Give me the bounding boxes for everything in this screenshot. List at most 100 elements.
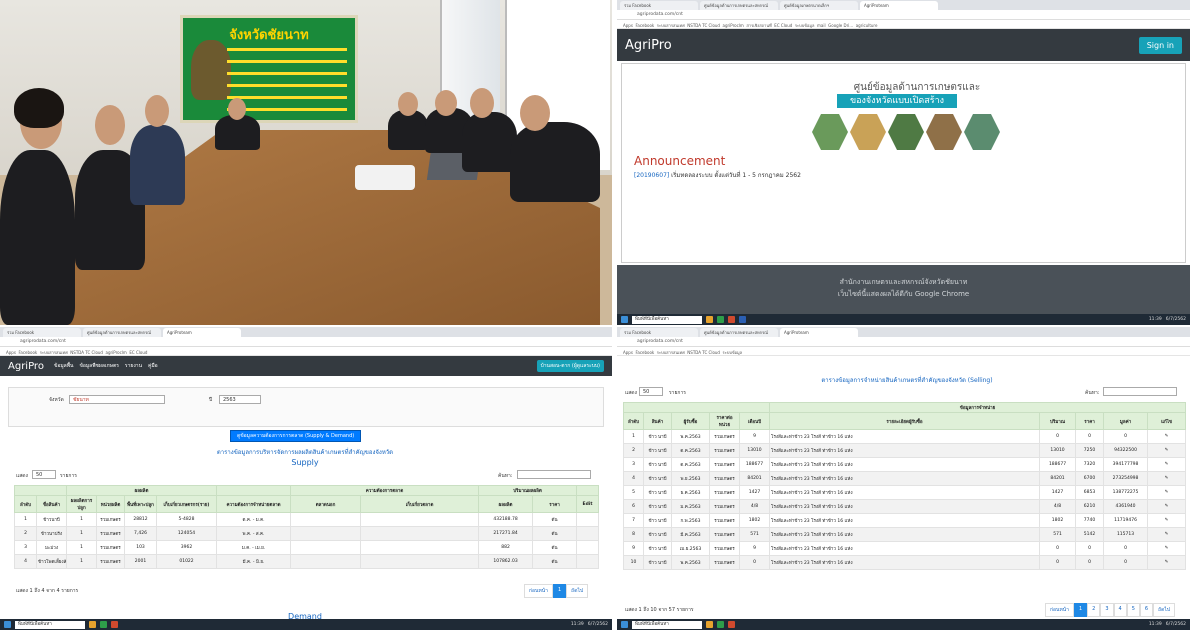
edit-pencil-icon[interactable]: ✎	[1147, 457, 1187, 472]
bookmark[interactable]: ระบบสารสนเทศ	[40, 350, 68, 355]
next-page-button[interactable]: ถัดไป	[566, 584, 589, 598]
chrome-icon[interactable]	[111, 621, 118, 628]
col-header[interactable]: พื้นที่เพาะปลูก	[124, 495, 157, 513]
page-button[interactable]: 1	[552, 584, 567, 598]
bookmark[interactable]: NSTDA TC Cloud	[70, 350, 103, 355]
bookmark[interactable]: NSTDA TC Cloud	[687, 23, 720, 28]
sign-in-button[interactable]: Sign in	[1138, 36, 1182, 54]
browser-tab[interactable]: ร่วม Facebook	[620, 328, 698, 337]
brand-logo[interactable]: AgriPro	[8, 361, 44, 372]
next-page-button[interactable]: ถัดไป	[1153, 603, 1176, 617]
bookmark[interactable]: NSTDA TC Cloud	[687, 350, 720, 355]
chrome-icon[interactable]	[728, 316, 735, 323]
bookmark[interactable]: Apps	[623, 23, 633, 28]
bookmark[interactable]: ระบบสารสนเทศ	[657, 350, 685, 355]
browser-tab[interactable]: ศูนย์ข้อมูลด้านการเกษตรและสหกรณ์	[83, 328, 161, 337]
col-header[interactable]: ลำดับ	[623, 412, 644, 430]
bookmark[interactable]: EC Cloud	[129, 350, 147, 355]
col-header[interactable]: เดือนปี	[738, 412, 771, 430]
nav-item[interactable]: ข้อมูลพืชผลเกษตร	[79, 362, 118, 370]
user-button[interactable]: บ้านสอน-ตาก (ผู้ดูแลระบบ)	[536, 360, 604, 372]
col-header[interactable]: ปริมาณ	[1039, 412, 1077, 430]
browser-tab[interactable]: ศูนย์ข้อมูลเกษตรนาดเล็กฯ	[780, 1, 858, 10]
supply-demand-button[interactable]: ดูข้อมูลความต้องการการตลาด (Supply & Dem…	[230, 430, 362, 442]
bookmark[interactable]: Facebook	[18, 350, 37, 355]
bookmark[interactable]: agriProclm	[723, 23, 744, 28]
browser-tab[interactable]: ศูนย์ข้อมูลด้านการเกษตรและสหกรณ์	[700, 1, 778, 10]
nav-item[interactable]: รายงาน	[125, 362, 142, 370]
browser-tab-active[interactable]: AgriProteam	[860, 1, 938, 10]
bookmark[interactable]: Facebook	[635, 350, 654, 355]
windows-start-icon[interactable]	[4, 621, 11, 628]
col-header[interactable]: ผลผลิต	[478, 495, 534, 513]
address-bar[interactable]: agriprodata.com/cnt	[617, 337, 1190, 347]
bookmark[interactable]: ระบบข้อมูล	[723, 350, 743, 355]
edit-cell[interactable]	[576, 540, 600, 555]
excel-icon[interactable]	[717, 621, 724, 628]
edit-pencil-icon[interactable]: ✎	[1147, 499, 1187, 514]
windows-start-icon[interactable]	[621, 621, 628, 628]
page-button[interactable]: 5	[1126, 603, 1140, 617]
col-header[interactable]: ผลผลิตการปลูก	[66, 495, 97, 513]
col-header[interactable]: ความต้องการจำหน่ายตลาด	[216, 495, 292, 513]
excel-icon[interactable]	[100, 621, 107, 628]
province-select[interactable]: ชัยนาท	[69, 395, 165, 404]
edit-pencil-icon[interactable]: ✎	[1147, 429, 1187, 444]
bookmark[interactable]: Apps	[6, 350, 16, 355]
bookmark[interactable]: สารเชิงสถานที่	[746, 23, 771, 28]
col-header[interactable]: ราคาต่อหน่วย	[709, 412, 740, 430]
bookmark[interactable]: Google Dri...	[828, 23, 853, 28]
edit-pencil-icon[interactable]: ✎	[1147, 555, 1187, 570]
page-button[interactable]: 6	[1139, 603, 1154, 617]
edit-cell[interactable]	[576, 512, 600, 527]
page-button[interactable]: 4	[1113, 603, 1127, 617]
edit-cell[interactable]	[576, 554, 600, 569]
address-bar[interactable]: agriprodata.com/cnt	[617, 10, 1190, 20]
page-size-select[interactable]: 50	[639, 387, 663, 396]
bookmark[interactable]: Facebook	[635, 23, 654, 28]
col-header[interactable]: รายละเอียดผู้รับซื้อ	[769, 412, 1041, 430]
folder-icon[interactable]	[706, 621, 713, 628]
folder-icon[interactable]	[89, 621, 96, 628]
nav-item[interactable]: ข้อมูลพื้น	[54, 362, 74, 370]
browser-tab-active[interactable]: AgriProteam	[163, 328, 241, 337]
bookmark[interactable]: EC Cloud	[774, 23, 792, 28]
edit-pencil-icon[interactable]: ✎	[1147, 527, 1187, 542]
bookmark[interactable]: ระบบข้อมูล	[795, 23, 815, 28]
col-header[interactable]: ราคา	[1075, 412, 1105, 430]
edit-pencil-icon[interactable]: ✎	[1147, 471, 1187, 486]
announcement-date-link[interactable]: [20190607]	[634, 172, 669, 179]
edit-pencil-icon[interactable]: ✎	[1147, 513, 1187, 528]
bookmark[interactable]: mail	[817, 23, 826, 28]
col-header[interactable]: แก้ไข	[1147, 412, 1187, 430]
chrome-icon[interactable]	[728, 621, 735, 628]
edit-pencil-icon[interactable]: ✎	[1147, 485, 1187, 500]
search-input[interactable]	[1103, 387, 1177, 396]
col-header[interactable]: ชื่อสินค้า	[36, 495, 67, 513]
browser-tab[interactable]: ศูนย์ข้อมูลด้านการเกษตรและสหกรณ์	[700, 328, 778, 337]
col-header[interactable]: มูลค่า	[1103, 412, 1149, 430]
folder-icon[interactable]	[706, 316, 713, 323]
bookmark[interactable]: ระบบสารสนเทศ	[657, 23, 685, 28]
col-header[interactable]: ราคา	[532, 495, 578, 513]
nav-item[interactable]: คู่มือ	[148, 362, 158, 370]
year-select[interactable]: 2563	[219, 395, 261, 404]
col-header[interactable]: สินค้า	[643, 412, 672, 430]
page-button[interactable]: 2	[1087, 603, 1101, 617]
browser-tab[interactable]: ร่วม Facebook	[3, 328, 81, 337]
brand-logo[interactable]: AgriPro	[625, 38, 672, 53]
col-header[interactable]: ผู้รับซื้อ	[671, 412, 710, 430]
page-size-select[interactable]: 50	[32, 470, 56, 479]
bookmark[interactable]: Apps	[623, 350, 633, 355]
page-button[interactable]: 3	[1100, 603, 1114, 617]
taskbar-search[interactable]: พิมพ์ที่นี่เพื่อค้นหา	[632, 620, 702, 629]
bookmark[interactable]: agriculture	[856, 23, 878, 28]
address-bar[interactable]: agriprodata.com/cnt	[0, 337, 612, 347]
col-header[interactable]: ลำดับ	[14, 495, 37, 513]
col-header[interactable]: หน่วยผลิต	[96, 495, 125, 513]
taskbar-search[interactable]: พิมพ์ที่นี่เพื่อค้นหา	[15, 620, 85, 629]
browser-tab-active[interactable]: AgriProteam	[780, 328, 858, 337]
taskbar-search[interactable]: พิมพ์ที่นี่เพื่อค้นหา	[632, 315, 702, 324]
word-icon[interactable]	[739, 316, 746, 323]
edit-cell[interactable]	[576, 526, 600, 541]
